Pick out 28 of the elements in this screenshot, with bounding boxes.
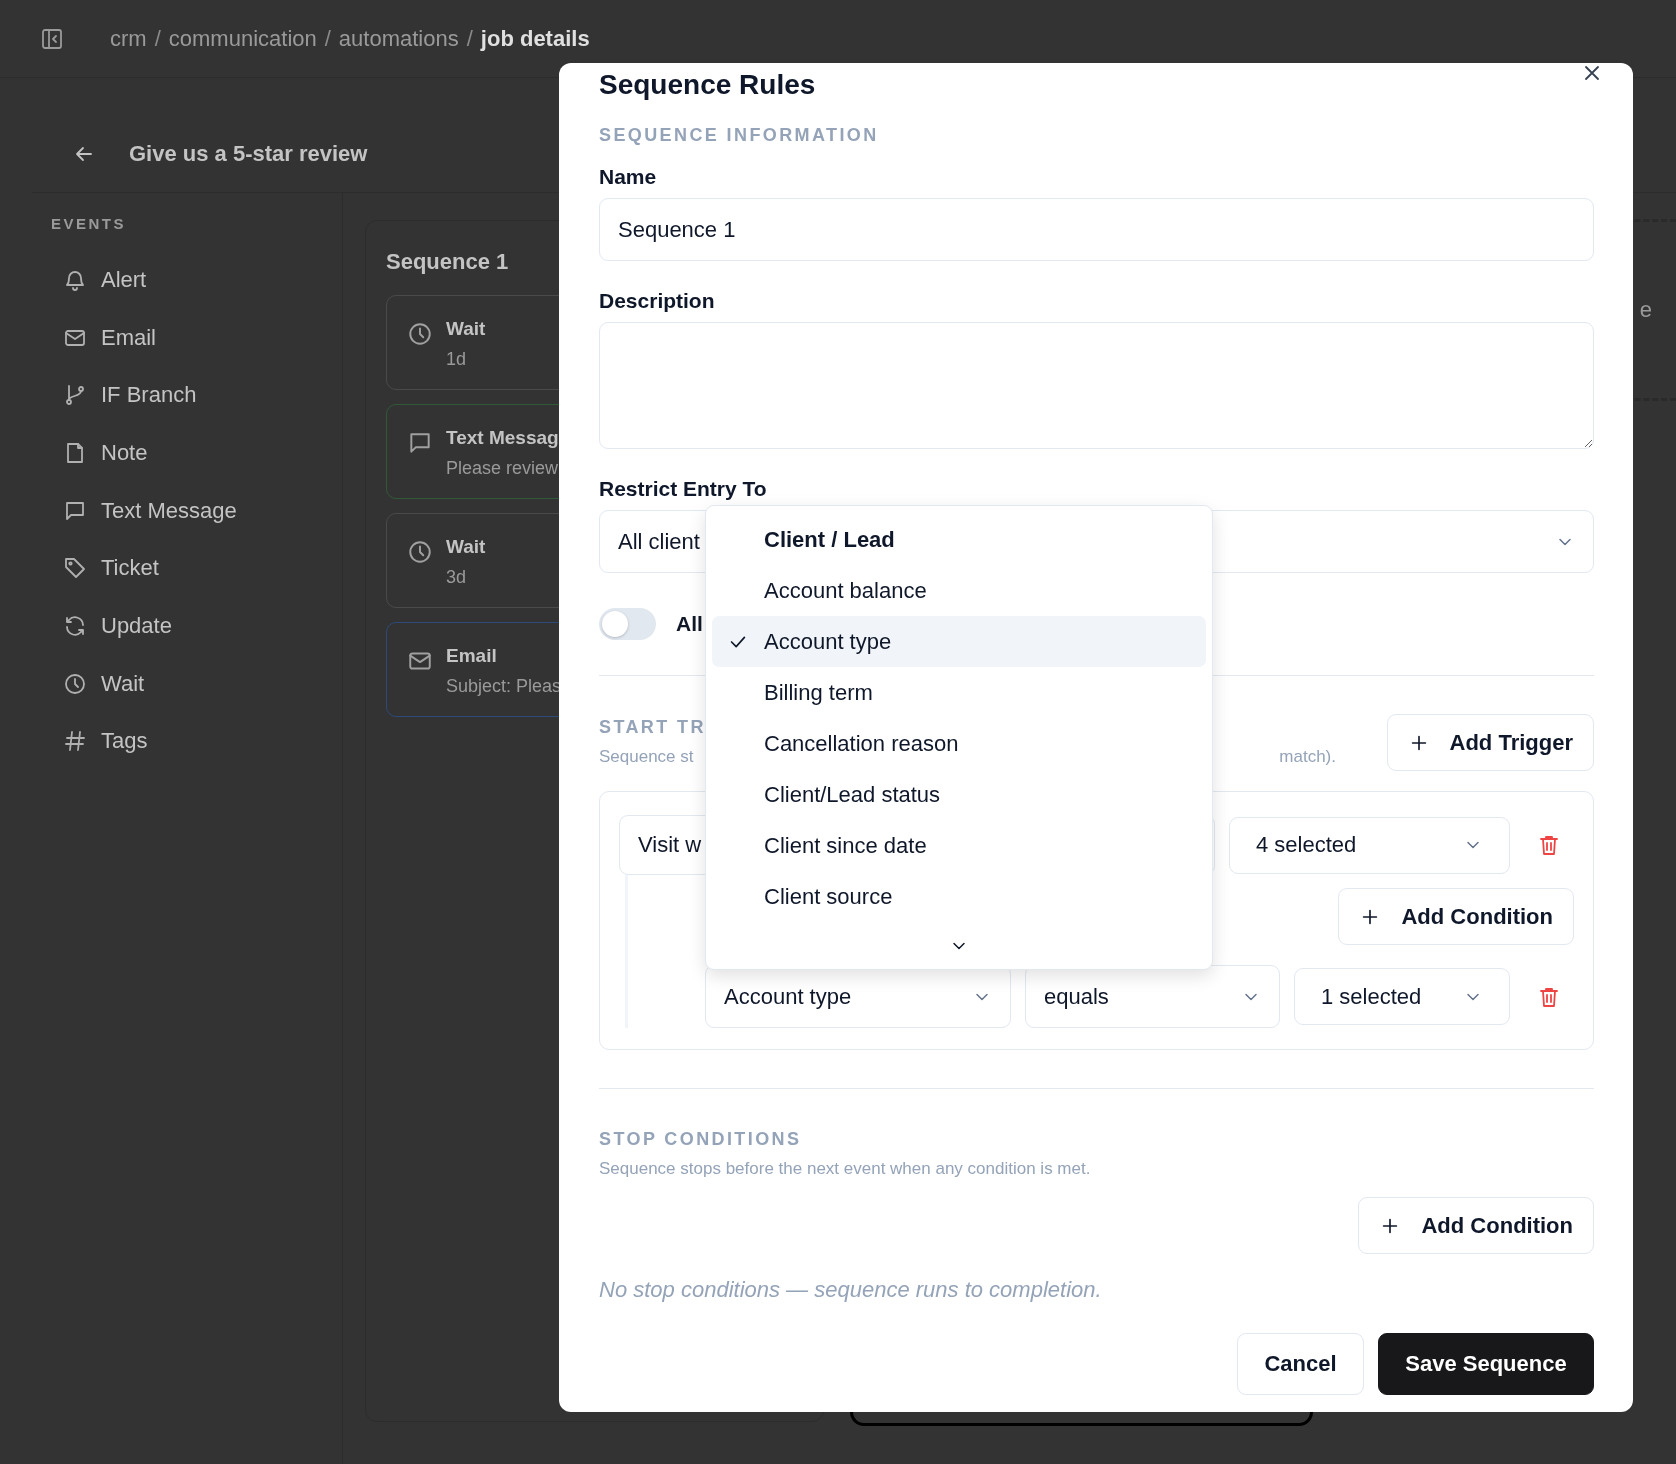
- event-title: Text Messag: [446, 427, 559, 449]
- section-heading: START TR: [599, 717, 707, 737]
- toggle-label: All: [676, 612, 703, 636]
- field-label: Description: [599, 289, 716, 313]
- dialog-title: Sequence Rules: [599, 68, 817, 102]
- breadcrumb-separator: /: [466, 25, 473, 52]
- event-title: Wait: [446, 318, 486, 340]
- event-detail: 3d: [446, 567, 468, 588]
- section-heading: STOP CONDITIONS: [599, 1129, 803, 1149]
- event-title: Wait: [446, 536, 486, 558]
- field-label: Restrict Entry To: [599, 477, 768, 501]
- section-description: match).: [1279, 747, 1336, 767]
- section-heading: SEQUENCE INFORMATION: [599, 125, 880, 145]
- event-detail: 1d: [446, 349, 468, 370]
- field-label: Name: [599, 165, 658, 189]
- breadcrumb-separator: /: [154, 25, 161, 52]
- dropdown-group-label: Client / Lead: [763, 525, 896, 554]
- section-description: Sequence st: [599, 747, 694, 767]
- event-detail: Please review: [446, 458, 559, 479]
- partial-label: e: [1639, 297, 1652, 323]
- section-description: Sequence stops before the next event when any condition is met.: [599, 1159, 1092, 1179]
- empty-state-text: No stop conditions — sequence runs to completion.: [599, 1277, 1103, 1303]
- breadcrumb-separator: /: [324, 25, 331, 52]
- event-title: Email: [446, 645, 498, 667]
- panel-title: Sequence 1: [386, 249, 510, 275]
- section-heading: EVENTS: [51, 215, 127, 233]
- page-title: Give us a 5-star review: [129, 140, 368, 167]
- event-detail: Subject: Pleas: [446, 676, 562, 697]
